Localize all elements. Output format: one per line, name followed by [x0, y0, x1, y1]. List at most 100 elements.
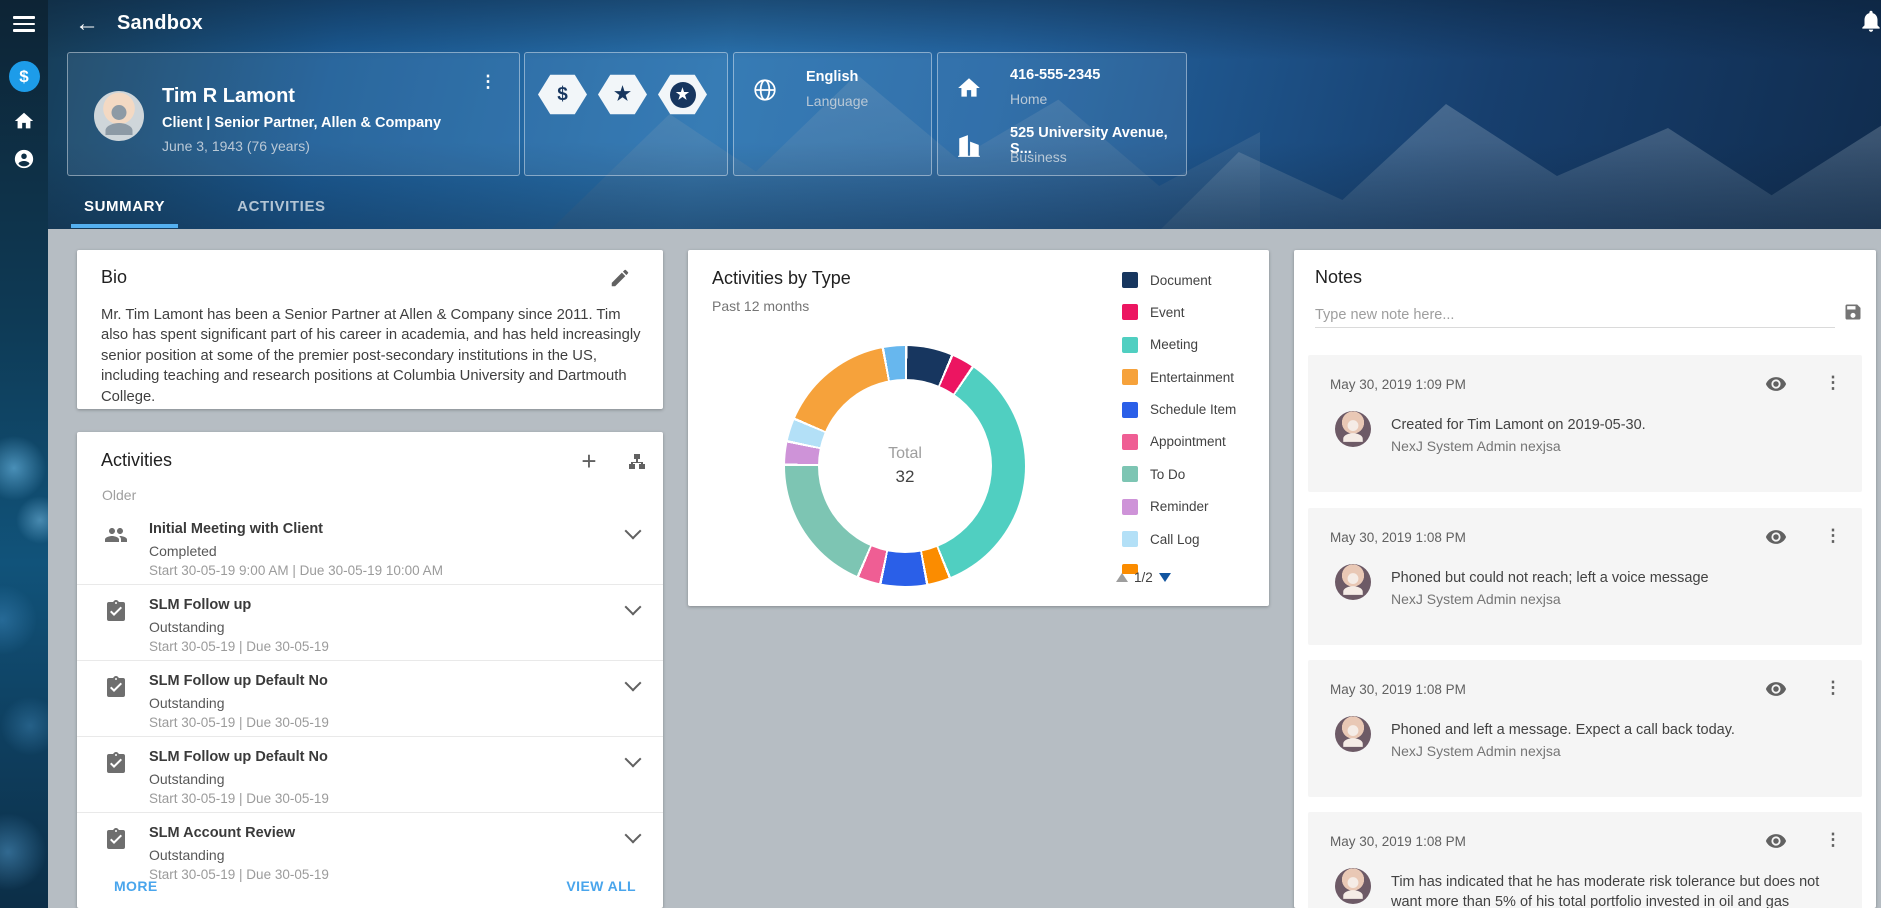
- chevron-down-icon[interactable]: [625, 523, 642, 540]
- notifications-bell-icon[interactable]: [1858, 8, 1881, 38]
- note-overflow-menu-icon[interactable]: ⋮: [1824, 525, 1842, 547]
- contact-birthdate: June 3, 1943 (76 years): [162, 138, 310, 154]
- activity-row[interactable]: Initial Meeting with Client Completed St…: [77, 509, 663, 585]
- chevron-down-icon[interactable]: [625, 827, 642, 844]
- star-hexagon-badge[interactable]: ★: [598, 73, 647, 116]
- language-card: English Language: [733, 52, 932, 176]
- legend-item[interactable]: Event: [1122, 304, 1268, 320]
- task-clipboard-icon: [104, 599, 128, 623]
- legend-label: Schedule Item: [1150, 402, 1236, 417]
- save-disk-icon[interactable]: [1843, 302, 1863, 322]
- activity-dates: Start 30-05-19 | Due 30-05-19: [149, 715, 329, 730]
- donut-center: Total 32: [818, 379, 992, 553]
- more-button[interactable]: MORE: [114, 878, 158, 894]
- activity-row[interactable]: SLM Follow up Default No Outstanding Sta…: [77, 737, 663, 813]
- star-circle-hexagon-badge[interactable]: ★: [658, 73, 707, 116]
- sidebar-item-finance[interactable]: $: [0, 61, 48, 92]
- activities-footer: MORE VIEW ALL: [77, 876, 663, 900]
- view-all-button[interactable]: VIEW ALL: [566, 878, 636, 894]
- avatar-person-icon: [101, 100, 137, 140]
- legend-item[interactable]: Meeting: [1122, 337, 1268, 353]
- eye-icon[interactable]: [1765, 526, 1787, 548]
- legend-page-indicator: 1/2: [1134, 570, 1153, 585]
- edit-pencil-icon[interactable]: [609, 267, 631, 289]
- legend-label: To Do: [1150, 467, 1185, 482]
- legend-swatch: [1122, 337, 1138, 353]
- note-item[interactable]: May 30, 2019 1:09 PM ⋮ Created for Tim L…: [1308, 355, 1862, 492]
- sidebar-item-home[interactable]: [0, 110, 48, 132]
- legend-item[interactable]: Entertainment: [1122, 369, 1268, 385]
- task-clipboard-icon: [104, 751, 128, 775]
- tab-activities[interactable]: ACTIVITIES: [201, 188, 362, 228]
- contact-subtitle: Client | Senior Partner, Allen & Company: [162, 115, 441, 131]
- eye-icon[interactable]: [1765, 678, 1787, 700]
- task-clipboard-icon: [104, 827, 128, 851]
- hierarchy-icon[interactable]: [625, 451, 649, 475]
- legend-page-down-icon[interactable]: [1159, 573, 1171, 582]
- legend-item[interactable]: Appointment: [1122, 434, 1268, 450]
- activity-row[interactable]: SLM Follow up Outstanding Start 30-05-19…: [77, 585, 663, 661]
- sidebar-item-profile[interactable]: [0, 148, 48, 170]
- page-title: Sandbox: [117, 12, 203, 35]
- tab-bar: SUMMARY ACTIVITIES: [48, 188, 362, 232]
- activities-card: Activities + Older Initial Meeting with …: [77, 432, 663, 908]
- note-item[interactable]: May 30, 2019 1:08 PM ⋮ Tim has indicated…: [1308, 812, 1862, 908]
- chart-title: Activities by Type: [712, 268, 851, 289]
- chevron-down-icon[interactable]: [625, 599, 642, 616]
- note-timestamp: May 30, 2019 1:08 PM: [1330, 682, 1466, 697]
- legend-label: Meeting: [1150, 337, 1198, 352]
- chevron-down-icon[interactable]: [625, 751, 642, 768]
- back-arrow-icon[interactable]: ←: [72, 9, 102, 39]
- note-text: Phoned but could not reach; left a voice…: [1391, 568, 1831, 588]
- legend-label: Document: [1150, 273, 1212, 288]
- activity-dates: Start 30-05-19 | Due 30-05-19: [149, 791, 329, 806]
- task-clipboard-icon: [104, 675, 128, 699]
- note-overflow-menu-icon[interactable]: ⋮: [1824, 829, 1842, 851]
- note-author: NexJ System Admin nexjsa: [1391, 438, 1831, 454]
- notes-card: Notes May 30, 2019 1:09 PM ⋮ Created for…: [1294, 250, 1876, 908]
- legend-swatch: [1122, 402, 1138, 418]
- legend-swatch: [1122, 434, 1138, 450]
- legend-item[interactable]: Reminder: [1122, 499, 1268, 515]
- language-label: Language: [806, 93, 868, 109]
- dollar-hexagon-badge[interactable]: $: [538, 73, 587, 116]
- meeting-people-icon: [104, 523, 128, 547]
- profile-overflow-menu-icon[interactable]: ⋮: [479, 71, 497, 93]
- legend-swatch: [1122, 272, 1138, 288]
- note-overflow-menu-icon[interactable]: ⋮: [1824, 677, 1842, 699]
- activity-row[interactable]: SLM Follow up Default No Outstanding Sta…: [77, 661, 663, 737]
- phone-label: Home: [1010, 91, 1047, 107]
- note-item[interactable]: May 30, 2019 1:08 PM ⋮ Phoned and left a…: [1308, 660, 1862, 797]
- phone-number[interactable]: 416-555-2345: [1010, 67, 1100, 83]
- profile-avatar[interactable]: [94, 91, 144, 141]
- note-item[interactable]: May 30, 2019 1:08 PM ⋮ Phoned but could …: [1308, 508, 1862, 645]
- contact-name: Tim R Lamont: [162, 85, 295, 108]
- legend-item[interactable]: Schedule Item: [1122, 402, 1268, 418]
- note-author-avatar: [1335, 411, 1371, 447]
- contact-info-card: 416-555-2345 Home 525 University Avenue,…: [937, 52, 1187, 176]
- eye-icon[interactable]: [1765, 830, 1787, 852]
- dollar-icon: $: [9, 61, 40, 92]
- badges-card: $ ★ ★: [524, 52, 728, 176]
- activities-title: Activities: [101, 450, 172, 471]
- eye-icon[interactable]: [1765, 373, 1787, 395]
- note-overflow-menu-icon[interactable]: ⋮: [1824, 372, 1842, 394]
- legend-swatch: [1122, 466, 1138, 482]
- legend-item[interactable]: Document: [1122, 272, 1268, 288]
- legend-page-up-icon[interactable]: [1116, 573, 1128, 582]
- tab-summary[interactable]: SUMMARY: [48, 188, 201, 228]
- legend-item[interactable]: To Do: [1122, 466, 1268, 482]
- new-note-input[interactable]: [1315, 302, 1835, 328]
- legend-label: Call Log: [1150, 532, 1200, 547]
- add-activity-button[interactable]: +: [575, 448, 603, 476]
- bio-title: Bio: [101, 267, 127, 288]
- notes-title: Notes: [1315, 267, 1362, 288]
- chevron-down-icon[interactable]: [625, 675, 642, 692]
- legend-item[interactable]: Call Log: [1122, 531, 1268, 547]
- left-nav-rail: $: [0, 0, 48, 908]
- activity-title: SLM Account Review: [149, 825, 295, 841]
- activity-status: Outstanding: [149, 847, 225, 863]
- note-author-avatar: [1335, 564, 1371, 600]
- legend-swatch: [1122, 369, 1138, 385]
- person-icon: [13, 148, 35, 170]
